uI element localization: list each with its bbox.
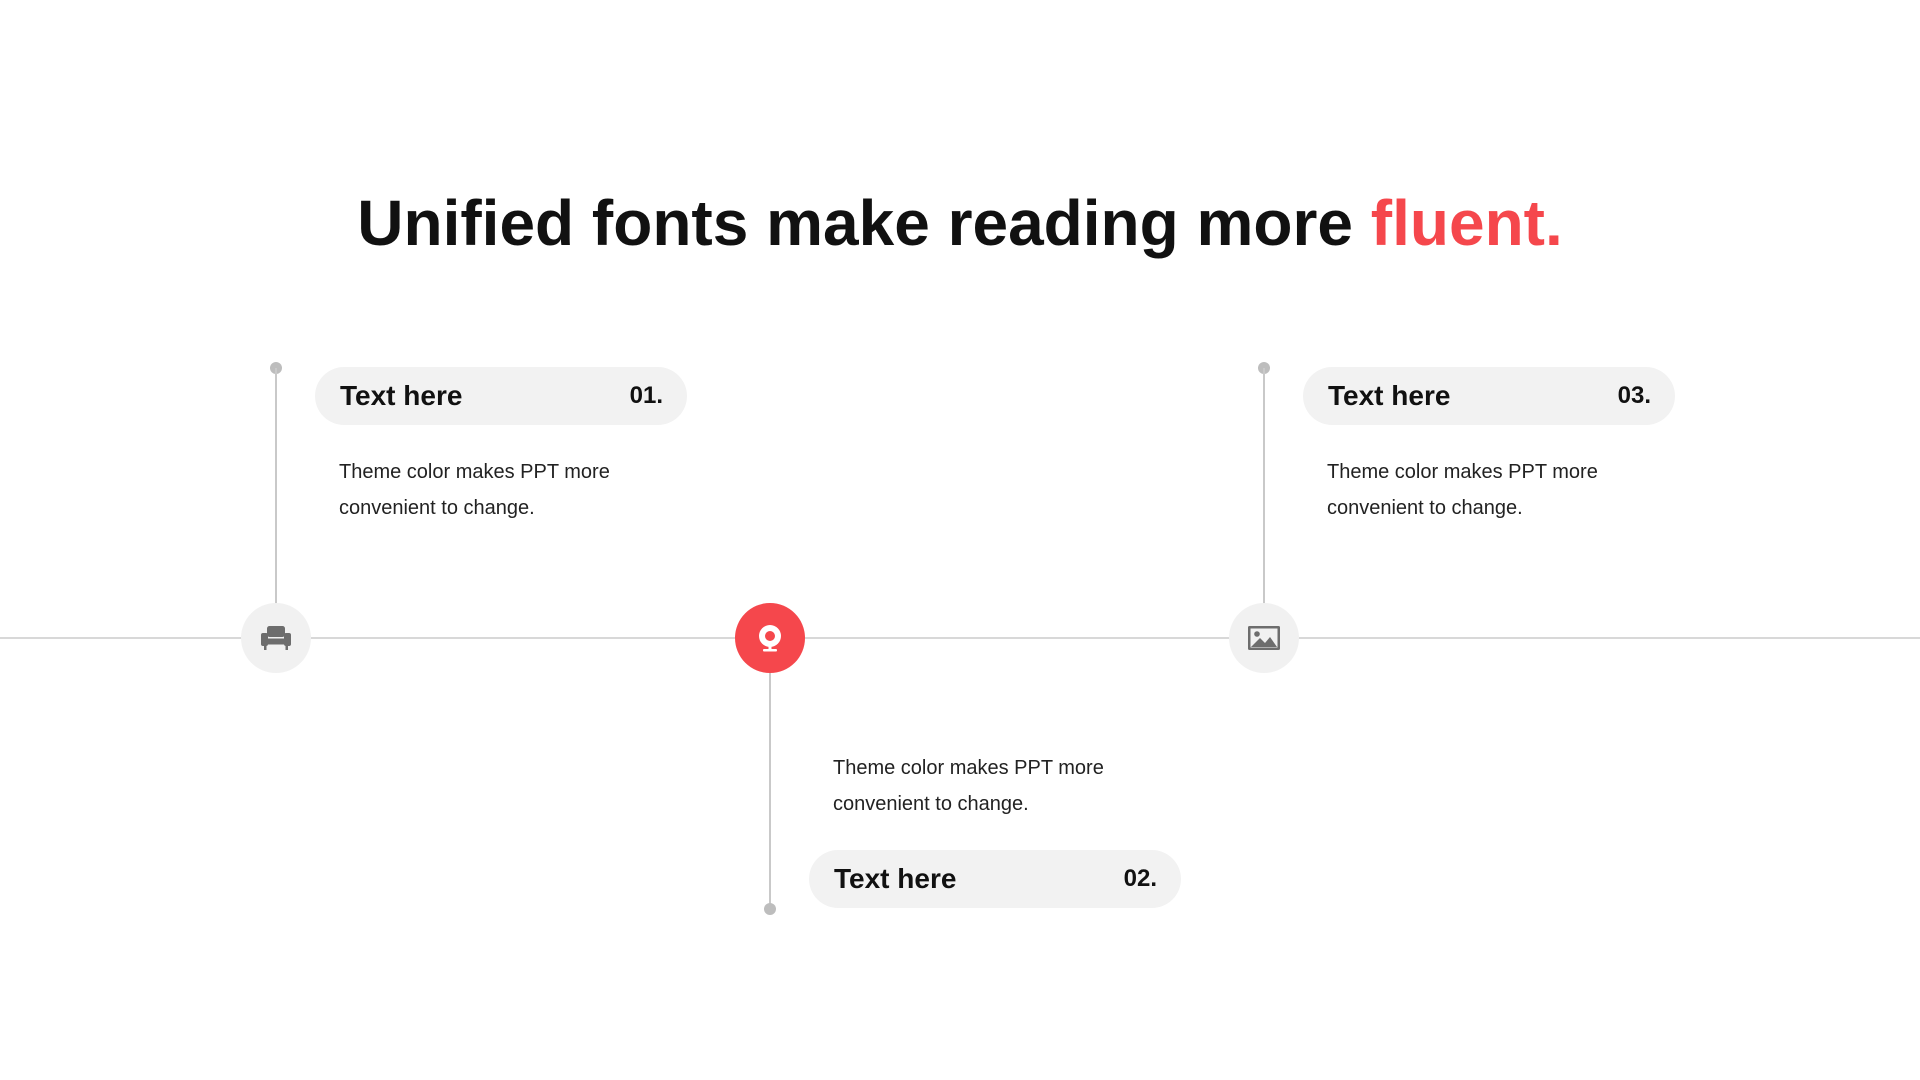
item-header-1: Text here 01. bbox=[315, 367, 687, 425]
item-description: Theme color makes PPT more convenient to… bbox=[833, 757, 1104, 815]
connector-line bbox=[275, 368, 277, 604]
item-description: Theme color makes PPT more convenient to… bbox=[339, 461, 610, 519]
timeline-slide: Unified fonts make reading more fluent. … bbox=[0, 0, 1920, 1080]
timeline-node-1[interactable] bbox=[241, 603, 311, 673]
connector-line bbox=[769, 673, 771, 907]
title-accent: fluent. bbox=[1370, 187, 1563, 259]
item-header-2: Text here 02. bbox=[809, 850, 1181, 908]
timeline-node-3[interactable] bbox=[1229, 603, 1299, 673]
item-description: Theme color makes PPT more convenient to… bbox=[1327, 461, 1598, 519]
item-header-3: Text here 03. bbox=[1303, 367, 1675, 425]
item-number: 01. bbox=[629, 382, 663, 409]
item-title: Text here bbox=[834, 863, 957, 894]
page-title: Unified fonts make reading more fluent. bbox=[0, 178, 1920, 268]
connector-line bbox=[1263, 368, 1265, 604]
webcam-icon bbox=[754, 622, 786, 654]
title-main: Unified fonts make reading more bbox=[357, 187, 1371, 259]
connector-dot bbox=[764, 903, 776, 915]
item-title: Text here bbox=[340, 380, 463, 411]
armchair-icon bbox=[260, 624, 292, 652]
item-number: 03. bbox=[1617, 382, 1651, 409]
item-title: Text here bbox=[1328, 380, 1451, 411]
item-number: 02. bbox=[1123, 865, 1157, 892]
timeline-node-2[interactable] bbox=[735, 603, 805, 673]
image-icon bbox=[1247, 625, 1281, 651]
